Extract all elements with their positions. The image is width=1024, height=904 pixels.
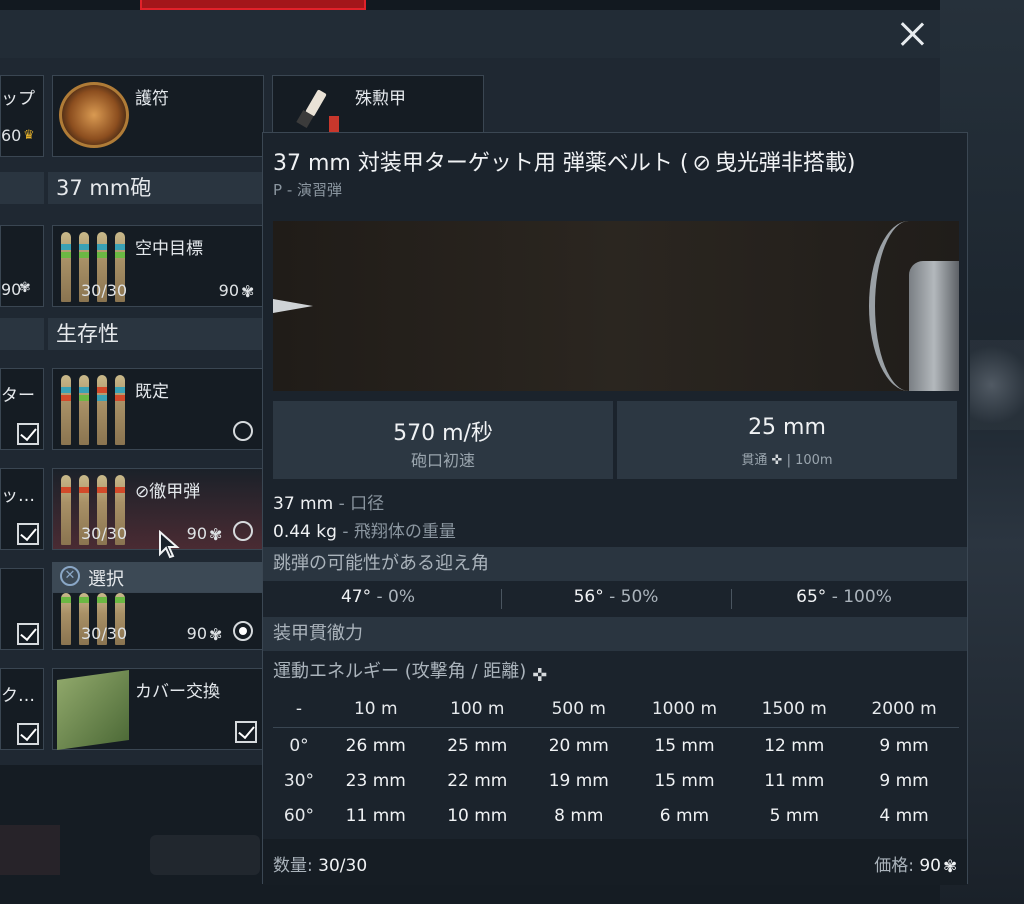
slot-belt-air-2[interactable]: 30/30 90 ✾: [52, 592, 264, 650]
velocity-stat: 570 m/秒 砲口初速: [273, 401, 613, 479]
tooltip-subtitle: P - 演習弾: [273, 181, 342, 199]
no-tracer-icon: ⊘: [692, 151, 711, 176]
slot-cover[interactable]: カバー交換: [52, 668, 264, 751]
lion-icon: ✾: [209, 525, 223, 544]
mouse-cursor-icon: [159, 530, 180, 559]
projectile-icon: [273, 299, 313, 313]
select-action[interactable]: ✕ 選択: [52, 562, 264, 592]
belt-qty: 30/30: [81, 624, 128, 643]
belt-name: ⊘徹甲弾: [135, 482, 201, 502]
table-col-header: 1500 m: [739, 691, 850, 728]
slot-belt-air[interactable]: 空中目標 30/30 90 ✾: [52, 225, 264, 307]
section-survival: 生存性: [48, 318, 264, 350]
slot-belt-default[interactable]: 既定: [52, 368, 264, 450]
talisman-label: 護符: [135, 89, 169, 109]
slot-partial-6[interactable]: ク…: [0, 668, 44, 750]
lion-icon: ✾: [943, 857, 958, 877]
slot-partial-2[interactable]: 90 ✾: [0, 225, 44, 307]
velocity-value: 570 m/秒: [393, 421, 493, 446]
checkbox-icon[interactable]: [17, 723, 39, 745]
ricochet-cell: 56° - 50%: [573, 587, 659, 607]
slot-partial-1[interactable]: ップ 60 ♛: [0, 75, 44, 157]
section-partial: [0, 172, 44, 204]
belt-name: 既定: [135, 382, 169, 402]
radio-icon[interactable]: [233, 421, 253, 441]
checkbox-icon[interactable]: [235, 721, 257, 743]
belt-name: 空中目標: [135, 239, 203, 259]
ricochet-row: 47° - 0% 56° - 50% 65° - 100%: [263, 581, 967, 615]
slot-partial-4[interactable]: ッ…: [0, 468, 44, 550]
penetration-value: 25 mm: [748, 415, 826, 440]
window-header: [0, 10, 940, 58]
section-gun: 37 mm砲: [48, 172, 264, 204]
belt-price: 90 ✾: [186, 624, 223, 644]
table-col-header: 10 m: [325, 691, 427, 728]
paintbrush-icon: [296, 89, 339, 134]
penetration-stat: 25 mm 貫通 ✜ | 100m: [617, 401, 957, 479]
ricochet-cell: 65° - 100%: [796, 587, 892, 607]
checkbox-icon[interactable]: [17, 423, 39, 445]
belt-qty: 30/30: [81, 524, 128, 543]
belt-price: 90 ✾: [218, 281, 255, 301]
table-col-header: 2000 m: [849, 691, 959, 728]
section-partial-2: [0, 318, 44, 350]
tooltip-footer: 数量: 30/30 価格: 90 ✾: [263, 839, 967, 885]
no-tracer-icon: ⊘: [135, 482, 150, 502]
slot-partial-1-price: 60: [1, 126, 22, 145]
slot-partial-6-label: ク…: [1, 686, 35, 706]
ricochet-header: 跳弾の可能性がある迎え角: [263, 547, 967, 581]
caliber-row: 37 mm - 口径: [273, 494, 385, 514]
penetration-label: 貫通 ✜ | 100m: [741, 453, 833, 468]
slot-talisman[interactable]: 護符: [52, 75, 264, 157]
belt-qty: 30/30: [81, 281, 128, 300]
mass-row: 0.44 kg - 飛翔体の重量: [273, 522, 456, 542]
lion-icon: ✾: [241, 282, 255, 301]
tooltip-title: 37 mm 対装甲ターゲット用 弾薬ベルト (⊘ 曳光弾非搭載): [273, 151, 856, 176]
slot-partial-1-label: ップ: [1, 89, 35, 109]
table-corner: -: [273, 691, 325, 728]
checkbox-icon[interactable]: [17, 623, 39, 645]
slot-partial-5[interactable]: [0, 568, 44, 650]
velocity-label: 砲口初速: [410, 451, 475, 470]
shell-preview-image: [273, 221, 959, 391]
projectile-small-icon: ✜: [771, 453, 783, 468]
table-row: 60° 11 mm 10 mm 8 mm 6 mm 5 mm 4 mm: [283, 805, 929, 826]
projectile-small-icon: ✜: [532, 665, 548, 686]
lion-icon: ✾: [19, 280, 31, 296]
quantity-text: 数量: 30/30: [273, 856, 368, 876]
slot-ace[interactable]: 殊勲甲: [272, 75, 484, 135]
table-row: 30° 23 mm 22 mm 19 mm 15 mm 11 mm 9 mm: [283, 770, 929, 791]
slot-partial-3[interactable]: ター: [0, 368, 44, 450]
price-text: 価格: 90 ✾: [874, 856, 958, 877]
table-col-header: 1000 m: [629, 691, 740, 728]
ammo-belt-icon: [61, 375, 131, 447]
penetration-table: - 10 m 100 m 500 m 1000 m 1500 m 2000 m …: [273, 691, 959, 833]
belt-price: 90 ✾: [186, 524, 223, 544]
cover-plate-icon: [57, 669, 129, 751]
table-col-header: 500 m: [528, 691, 630, 728]
slot-partial-4-label: ッ…: [1, 486, 35, 506]
cross-button-icon: ✕: [60, 566, 80, 586]
slot-partial-3-label: ター: [1, 386, 35, 406]
ricochet-cell: 47° - 0%: [340, 587, 416, 607]
armor-penetration-header: 装甲貫徹力: [263, 617, 967, 651]
close-icon[interactable]: [894, 16, 930, 52]
lion-icon: ✾: [209, 625, 223, 644]
ammo-tooltip: 37 mm 対装甲ターゲット用 弾薬ベルト (⊘ 曳光弾非搭載) P - 演習弾 …: [262, 132, 968, 885]
talisman-icon: [59, 82, 129, 148]
golden-eagle-icon: ♛: [23, 128, 35, 143]
radio-selected-icon[interactable]: [233, 621, 253, 641]
radio-icon[interactable]: [233, 521, 253, 541]
kinetic-energy-label: 運動エネルギー (攻撃角 / 距離) ✜: [273, 657, 554, 686]
cover-label: カバー交換: [135, 682, 220, 702]
table-col-header: 100 m: [426, 691, 529, 728]
checkbox-icon[interactable]: [17, 523, 39, 545]
background-glow: [970, 340, 1024, 430]
select-label: 選択: [88, 569, 124, 590]
ace-label: 殊勲甲: [355, 89, 406, 109]
red-top-tab[interactable]: [140, 0, 366, 10]
table-row: 0° 26 mm 25 mm 20 mm 15 mm 12 mm 9 mm: [289, 735, 929, 756]
